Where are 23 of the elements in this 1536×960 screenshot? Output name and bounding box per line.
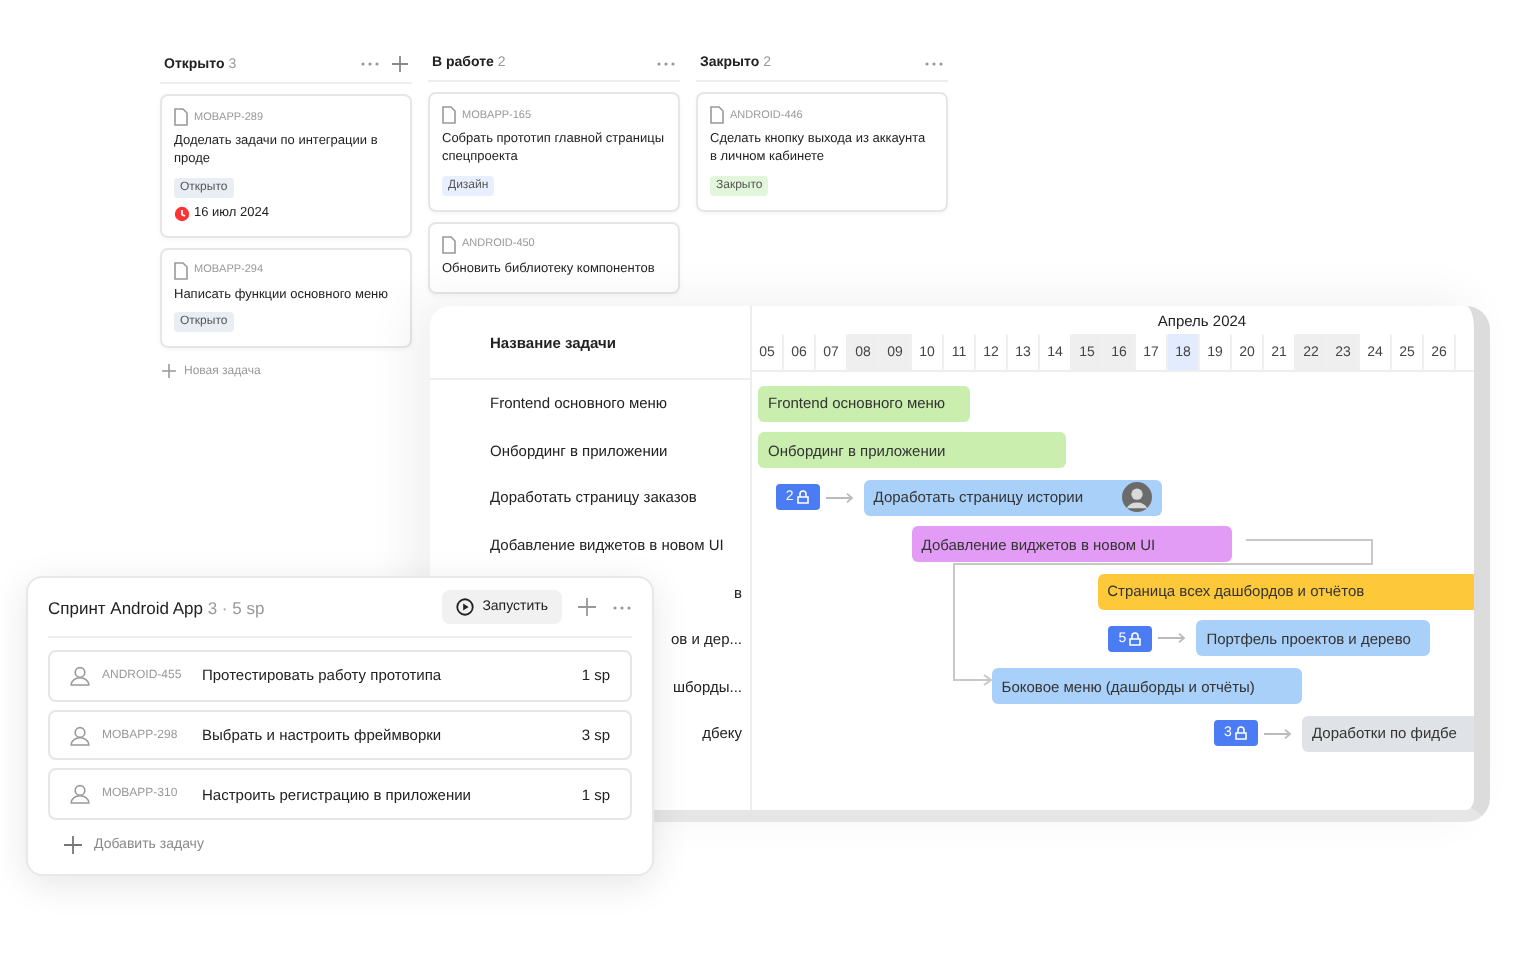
more-icon[interactable] <box>360 60 380 68</box>
plus-icon <box>64 836 82 855</box>
more-icon[interactable] <box>656 59 676 67</box>
document-icon <box>442 235 456 254</box>
play-icon <box>456 598 475 616</box>
document-icon <box>174 108 188 126</box>
plus-icon[interactable] <box>392 56 408 72</box>
more-icon[interactable] <box>924 59 944 67</box>
document-icon <box>442 106 456 124</box>
more-icon[interactable] <box>612 603 632 611</box>
user-icon <box>70 784 90 805</box>
user-icon <box>70 725 90 745</box>
arrow-icon <box>825 491 854 504</box>
avatar-icon <box>1121 482 1152 513</box>
document-icon <box>710 106 724 124</box>
document-icon <box>174 261 188 280</box>
user-icon <box>70 665 90 686</box>
arrow-icon <box>1264 727 1292 740</box>
plus-icon[interactable] <box>578 598 596 616</box>
arrow-icon <box>1158 632 1187 645</box>
sprint-title: Спринт Android App 3 · 5 sp <box>48 597 267 617</box>
clock-icon <box>174 205 190 222</box>
plus-icon <box>162 364 176 379</box>
